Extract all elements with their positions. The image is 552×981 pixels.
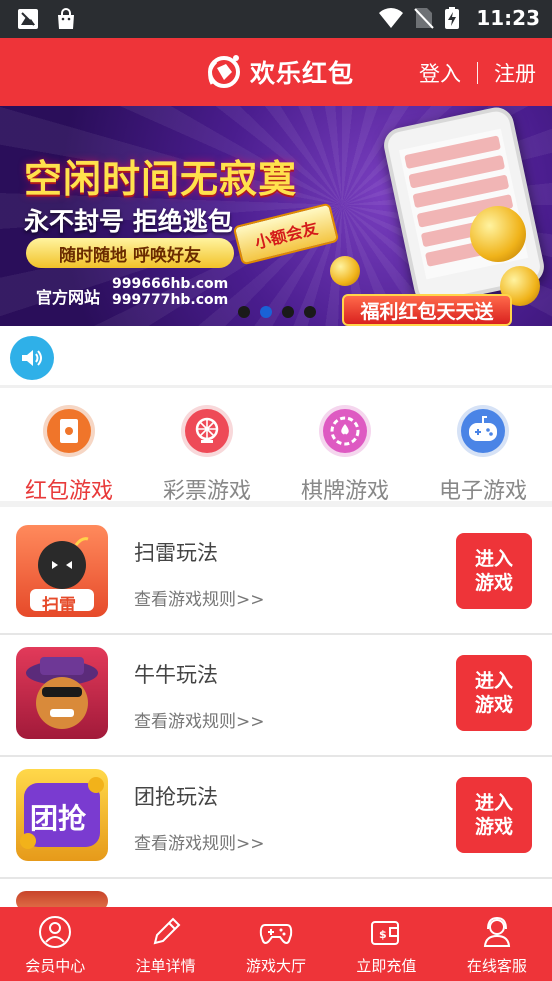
status-bar: 11:23 — [0, 0, 552, 38]
banner-site-label: 官方网站 — [36, 288, 101, 307]
banner-pill: 随时随地 呼唤好友 — [26, 238, 234, 268]
gamepad-icon — [259, 924, 293, 944]
category-label: 电子游戏 — [438, 479, 527, 504]
clock: 11:23 — [476, 6, 540, 30]
banner-headline: 空闲时间无寂寞 — [24, 157, 298, 201]
login-link[interactable]: 登入 — [419, 58, 461, 88]
carousel-dots — [238, 306, 316, 318]
promo-banner[interactable]: 空闲时间无寂寞 永不封号 拒绝逃包 随时随地 呼唤好友 小额会友 官方网站 99… — [0, 106, 552, 326]
auth-links: 登入 注册 — [419, 58, 536, 88]
banner-site-2: 999777hb.com — [112, 292, 229, 308]
nav-bet-details[interactable]: 注单详情 — [110, 907, 220, 981]
list-item: 扫雷 扫雷玩法 查看游戏规则>> 进入游戏 — [0, 513, 552, 635]
nav-label: 在线客服 — [466, 957, 527, 975]
banner-subline: 永不封号 拒绝逃包 — [24, 207, 233, 236]
pencil-icon — [153, 917, 181, 945]
svg-text:$: $ — [379, 928, 387, 941]
tab-card-games[interactable]: 棋牌游戏 — [276, 391, 414, 504]
carousel-dot[interactable] — [304, 306, 316, 318]
thumbnail-text: 团抢 — [30, 802, 87, 835]
game-list: 扫雷 扫雷玩法 查看游戏规则>> 进入游戏 牛牛玩法 查看游戏规则>> 进入游戏… — [0, 513, 552, 911]
nav-label: 会员中心 — [25, 957, 86, 975]
user-icon — [39, 916, 72, 948]
category-label: 棋牌游戏 — [300, 479, 389, 504]
game-rules-link[interactable]: 查看游戏规则>> — [134, 707, 265, 732]
category-label: 彩票游戏 — [162, 479, 251, 504]
list-item — [0, 879, 552, 911]
shopping-bag-icon — [58, 8, 74, 29]
battery-charging-icon — [445, 7, 460, 29]
no-sim-icon — [414, 8, 435, 29]
enter-game-button[interactable]: 进入游戏 — [456, 533, 532, 609]
game-thumbnail-group-grab: 团抢 — [16, 769, 108, 861]
auth-divider — [477, 62, 478, 84]
register-link[interactable]: 注册 — [494, 58, 536, 88]
game-name: 团抢玩法 — [134, 785, 218, 809]
banner-site-1: 999666hb.com — [112, 276, 229, 292]
nav-customer-service[interactable]: 在线客服 — [442, 907, 552, 981]
game-rules-link[interactable]: 查看游戏规则>> — [134, 585, 265, 610]
carousel-dot[interactable] — [282, 306, 294, 318]
game-thumbnail-minesweeper: 扫雷 — [16, 525, 108, 617]
nav-member-center[interactable]: 会员中心 — [0, 907, 110, 981]
nav-recharge[interactable]: $ 立即充值 — [331, 907, 441, 981]
game-thumbnail-niuniu — [16, 647, 108, 739]
coin-illustration — [470, 206, 526, 262]
bottom-nav: 会员中心 注单详情 游戏大厅 $ 立即充值 在线客服 — [0, 907, 552, 981]
banner-red-tag: 福利红包天天送 — [342, 294, 512, 326]
game-name: 牛牛玩法 — [134, 663, 218, 687]
wallet-icon: $ — [371, 921, 400, 945]
nav-label: 立即充值 — [356, 957, 417, 975]
list-item: 牛牛玩法 查看游戏规则>> 进入游戏 — [0, 635, 552, 757]
nav-label: 注单详情 — [135, 957, 196, 975]
poker-chip-icon — [319, 405, 371, 457]
brand: 欢乐红包 — [202, 50, 354, 94]
coin-illustration — [330, 256, 360, 286]
app-header: 欢乐红包 登入 注册 — [0, 38, 552, 106]
support-agent-icon — [483, 916, 510, 947]
enter-game-button[interactable]: 进入游戏 — [456, 655, 532, 731]
tab-electronic-games[interactable]: 电子游戏 — [414, 391, 552, 504]
enter-game-button[interactable]: 进入游戏 — [456, 777, 532, 853]
category-label: 红包游戏 — [24, 479, 113, 504]
list-item: 团抢 团抢玩法 查看游戏规则>> 进入游戏 — [0, 757, 552, 879]
carousel-dot-active[interactable] — [260, 306, 272, 318]
nav-game-lobby[interactable]: 游戏大厅 — [221, 907, 331, 981]
brand-logo-icon — [208, 55, 240, 88]
banner-sites: 999666hb.com 999777hb.com — [112, 276, 228, 308]
lottery-wheel-icon — [181, 405, 233, 457]
game-rules-link[interactable]: 查看游戏规则>> — [134, 829, 265, 854]
carousel-dot[interactable] — [238, 306, 250, 318]
thumbnail-text: 扫雷 — [42, 596, 76, 616]
tab-red-envelope-games[interactable]: 红包游戏 — [0, 391, 138, 504]
category-tabs: 红包游戏 彩票游戏 棋牌游戏 电子游戏 — [0, 391, 552, 507]
notification-image-icon — [18, 9, 38, 29]
gamepad-icon — [457, 405, 509, 457]
game-name: 扫雷玩法 — [134, 541, 218, 565]
red-envelope-icon — [43, 405, 95, 457]
nav-label: 游戏大厅 — [246, 957, 307, 975]
tab-lottery-games[interactable]: 彩票游戏 — [138, 391, 276, 504]
notice-bar — [0, 326, 552, 388]
wifi-icon — [379, 8, 404, 28]
app-title: 欢乐红包 — [250, 59, 355, 88]
speaker-icon[interactable] — [10, 336, 54, 380]
